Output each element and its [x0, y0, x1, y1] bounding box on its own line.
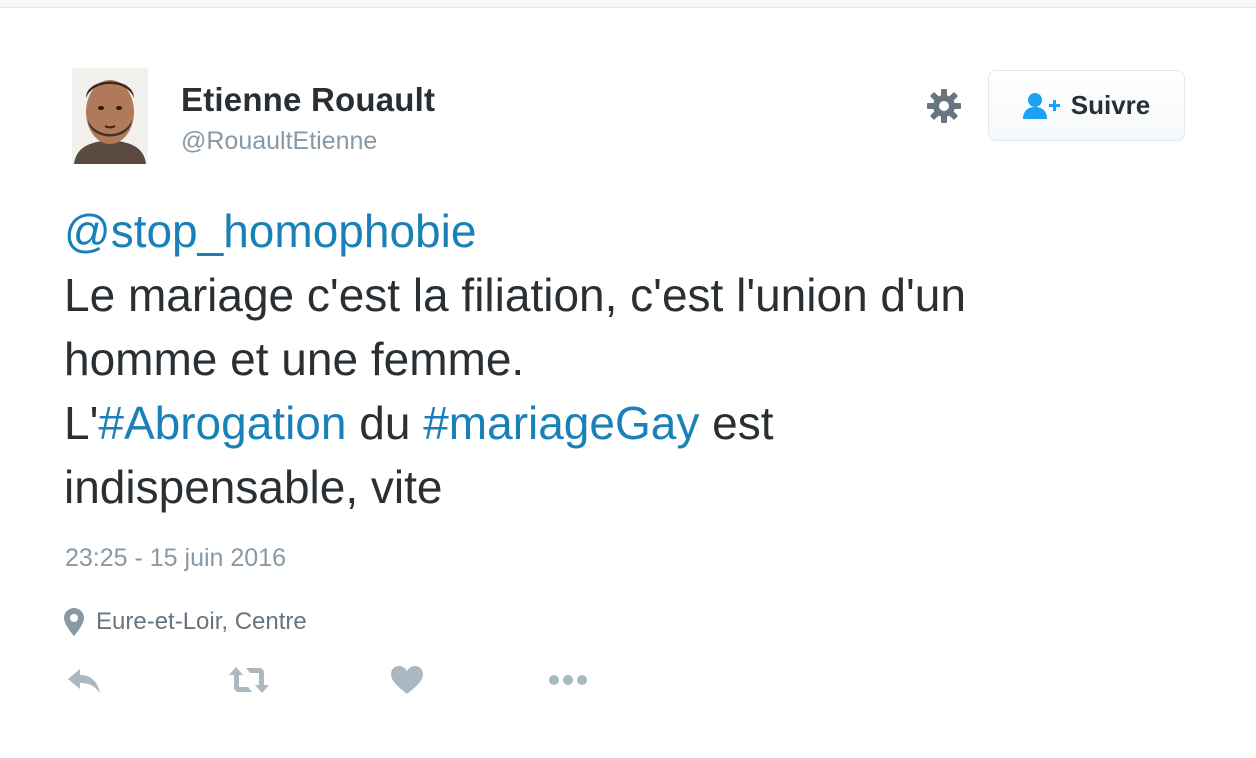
avatar[interactable] [72, 68, 148, 164]
reply-button[interactable] [66, 662, 102, 698]
location-text: Eure-et-Loir, Centre [96, 608, 307, 635]
tweet-line-2: homme et une femme. [64, 333, 525, 385]
hashtag-link-abrogation[interactable]: #Abrogation [98, 397, 346, 449]
like-heart-icon [390, 665, 424, 695]
hashtag-link-mariagegay[interactable]: #mariageGay [423, 397, 699, 449]
tweet-text: @stop_homophobie Le mariage c'est la fil… [64, 199, 1194, 519]
retweet-icon [228, 665, 270, 695]
location-pin-icon [64, 608, 84, 636]
follow-button[interactable]: Suivre [988, 70, 1185, 141]
tweet-text-fragment: du [346, 397, 424, 449]
gear-icon[interactable] [924, 86, 964, 126]
add-user-icon [1022, 92, 1061, 120]
top-border [0, 0, 1256, 8]
reply-icon [66, 665, 102, 695]
tweet-text-fragment: L' [64, 397, 99, 449]
tweet-line-3: L'#Abrogation du #mariageGay est [64, 391, 1194, 455]
tweet-timestamp[interactable]: 23:25 - 15 juin 2016 [65, 544, 286, 573]
tweet-location[interactable]: Eure-et-Loir, Centre [64, 608, 307, 636]
tweet-line-4: indispensable, vite [64, 461, 443, 513]
tweet-text-fragment: est [699, 397, 774, 449]
more-options-icon [548, 674, 588, 686]
mention-link[interactable]: @stop_homophobie [64, 205, 476, 257]
retweet-button[interactable] [228, 662, 270, 698]
more-options-button[interactable] [548, 662, 588, 698]
user-fullname[interactable]: Etienne Rouault [181, 81, 435, 119]
avatar-photo [72, 68, 148, 164]
user-handle[interactable]: @RouaultEtienne [181, 127, 377, 156]
like-button[interactable] [390, 662, 424, 698]
follow-button-label: Suivre [1070, 90, 1151, 120]
tweet-line-1: Le mariage c'est la filiation, c'est l'u… [64, 269, 966, 321]
